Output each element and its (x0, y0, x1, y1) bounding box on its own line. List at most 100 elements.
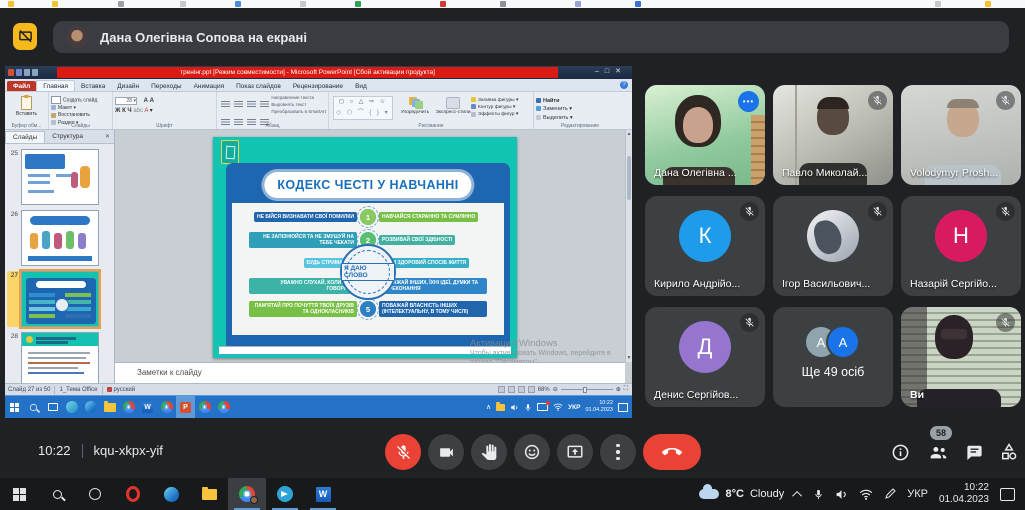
shared-action-center-icon[interactable] (618, 403, 628, 412)
panel-close-icon[interactable]: ✕ (105, 133, 110, 140)
start-button[interactable] (0, 478, 38, 510)
tray-mic-icon[interactable] (813, 488, 824, 501)
shared-language-indicator[interactable]: УКР (568, 404, 580, 411)
tray-pen-icon[interactable] (884, 488, 896, 500)
camera-toggle-button[interactable] (428, 434, 464, 470)
search-button[interactable] (38, 478, 76, 510)
slideshow-view-icon[interactable] (528, 386, 535, 393)
reactions-button[interactable] (514, 434, 550, 470)
shared-start-button[interactable] (5, 396, 24, 419)
leave-call-button[interactable] (643, 434, 701, 470)
chrome-icon-active[interactable] (228, 478, 266, 510)
slide-scrollbar[interactable]: ▲ ▼ (625, 130, 632, 362)
shared-search-button[interactable] (24, 396, 43, 419)
shared-taskview-button[interactable] (43, 396, 62, 419)
window-controls[interactable]: –□✕ (595, 66, 627, 78)
ribbon-group-drawing[interactable]: ◻ ○ △ ⇨ ☆ ◇ ⬠ ⌒ { } ▾ Упорядочить Экспре… (329, 92, 534, 129)
sorter-view-icon[interactable] (508, 386, 515, 393)
tile-options-button[interactable]: ••• (738, 91, 759, 112)
tab-view[interactable]: Вид (349, 81, 373, 91)
ribbon-group-font[interactable]: 28 ▾ А А Ж К Ч abc A ▾ Шрифт (113, 92, 217, 129)
meeting-details-button[interactable] (888, 440, 912, 464)
tab-transitions[interactable]: Переходы (145, 81, 188, 91)
cortana-button[interactable] (76, 478, 114, 510)
zoom-out-icon[interactable]: ⊖ (553, 386, 558, 393)
tile-you[interactable]: Ви (901, 307, 1021, 407)
shared-edge-icon[interactable] (81, 396, 100, 419)
tile-volodymyr[interactable]: Volodymyr Prosh... (901, 85, 1021, 185)
tab-insert[interactable]: Вставка (75, 81, 111, 91)
shape-fill-icon (471, 97, 476, 102)
current-slide[interactable]: КОДЕКС ЧЕСТІ У НАВЧАННІ НЕ БІЙСЯ ВИЗНАВА… (213, 137, 517, 358)
word-icon[interactable]: W (304, 478, 342, 510)
present-button[interactable] (557, 434, 593, 470)
ribbon-group-clipboard[interactable]: Вставить Буфер обм... (5, 92, 49, 129)
fit-to-window-icon[interactable]: ⛶ (624, 386, 628, 393)
tray-wifi-icon[interactable] (859, 489, 873, 500)
shared-chrome4-icon[interactable] (214, 396, 233, 419)
action-center-icon[interactable] (1000, 488, 1015, 501)
powerpoint-app-icon (8, 69, 14, 76)
normal-view-icon[interactable] (498, 386, 505, 393)
slide-thumbnail-26[interactable]: 26 (7, 210, 110, 266)
quick-access-toolbar[interactable] (8, 69, 38, 76)
tile-denys[interactable]: Д Денис Сергійов... (645, 307, 765, 407)
notes-area[interactable]: Заметки к слайду (115, 362, 625, 383)
shared-edge-legacy-icon[interactable] (62, 396, 81, 419)
tile-kyrylo[interactable]: К Кирило Андрійо... (645, 196, 765, 296)
opera-icon[interactable] (114, 478, 152, 510)
panel-tab-outline[interactable]: Структура (45, 131, 90, 142)
notes-placeholder: Заметки к слайду (137, 368, 202, 377)
show-everyone-button[interactable] (926, 440, 950, 464)
tile-dana[interactable]: ••• Дана Олегівна ... (645, 85, 765, 185)
shape-effects-icon (471, 112, 476, 117)
raise-hand-button[interactable] (471, 434, 507, 470)
emoji-icon (523, 443, 541, 461)
shared-word-icon[interactable]: W (138, 396, 157, 419)
shapes-gallery[interactable]: ◻ ○ △ ⇨ ☆ ◇ ⬠ ⌒ { } ▾ (333, 96, 393, 120)
language-indicator[interactable]: УКР (907, 488, 928, 500)
tab-animations[interactable]: Анимация (188, 81, 231, 91)
ribbon-group-editing[interactable]: Найти Заменить ▾ Выделить ▾ Редактирован… (534, 92, 626, 129)
taskbar-clock[interactable]: 10:22 01.04.2023 (939, 482, 989, 506)
ribbon-group-paragraph[interactable]: Направление текста Выровнять текст Преоб… (217, 92, 329, 129)
favicon (575, 1, 581, 7)
tile-nazarii[interactable]: Н Назарій Сергійо... (901, 196, 1021, 296)
tab-slideshow[interactable]: Показ слайдов (230, 81, 287, 91)
ribbon-group-slides[interactable]: Создать слайд Макет ▾ Восстановить Разде… (49, 92, 113, 129)
panel-tab-slides[interactable]: Слайды (5, 131, 45, 143)
shared-chrome-icon[interactable] (119, 396, 138, 419)
shared-chrome2-icon[interactable] (157, 396, 176, 419)
tab-design[interactable]: Дизайн (111, 81, 145, 91)
slide-thumbnail-27-selected[interactable]: 27 (7, 271, 110, 327)
help-icon[interactable]: ? (620, 81, 628, 89)
more-options-button[interactable] (600, 434, 636, 470)
tab-review[interactable]: Рецензирование (287, 81, 349, 91)
tile-ihor[interactable]: Ігор Васильович... (773, 196, 893, 296)
telegram-icon[interactable] (266, 478, 304, 510)
file-explorer-icon[interactable] (190, 478, 228, 510)
shared-system-tray[interactable]: ∧ УКР 10:22 01.04.2023 (486, 400, 632, 414)
browser-bookmarks-strip[interactable] (0, 0, 1025, 8)
mic-toggle-button[interactable] (385, 434, 421, 470)
tile-overflow[interactable]: A A Ще 49 осіб (773, 307, 893, 407)
tray-speaker-icon[interactable] (835, 488, 848, 501)
shared-powerpoint-icon-active[interactable]: P (176, 396, 195, 419)
tab-file[interactable]: Файл (7, 81, 36, 91)
weather-widget[interactable]: 8°C Cloudy (699, 488, 784, 500)
reading-view-icon[interactable] (518, 386, 525, 393)
slide-thumbnail-28[interactable]: 28 (7, 332, 110, 388)
shared-explorer-icon[interactable] (100, 396, 119, 419)
shared-tray-chevron-icon[interactable]: ∧ (486, 403, 491, 411)
shared-chrome3-icon[interactable] (195, 396, 214, 419)
chat-button[interactable] (962, 440, 986, 464)
tile-pavlo[interactable]: Павло Миколай... (773, 85, 893, 185)
tray-chevron-icon[interactable] (792, 490, 802, 500)
zoom-in-icon[interactable]: ⊕ (616, 386, 621, 393)
stop-presenting-button[interactable] (13, 23, 37, 50)
tab-home[interactable]: Главная (36, 80, 75, 91)
activities-button[interactable] (997, 440, 1021, 464)
slide-thumbnail-25[interactable]: 25 (7, 149, 110, 205)
edge-icon[interactable] (152, 478, 190, 510)
zoom-slider[interactable] (561, 389, 613, 390)
